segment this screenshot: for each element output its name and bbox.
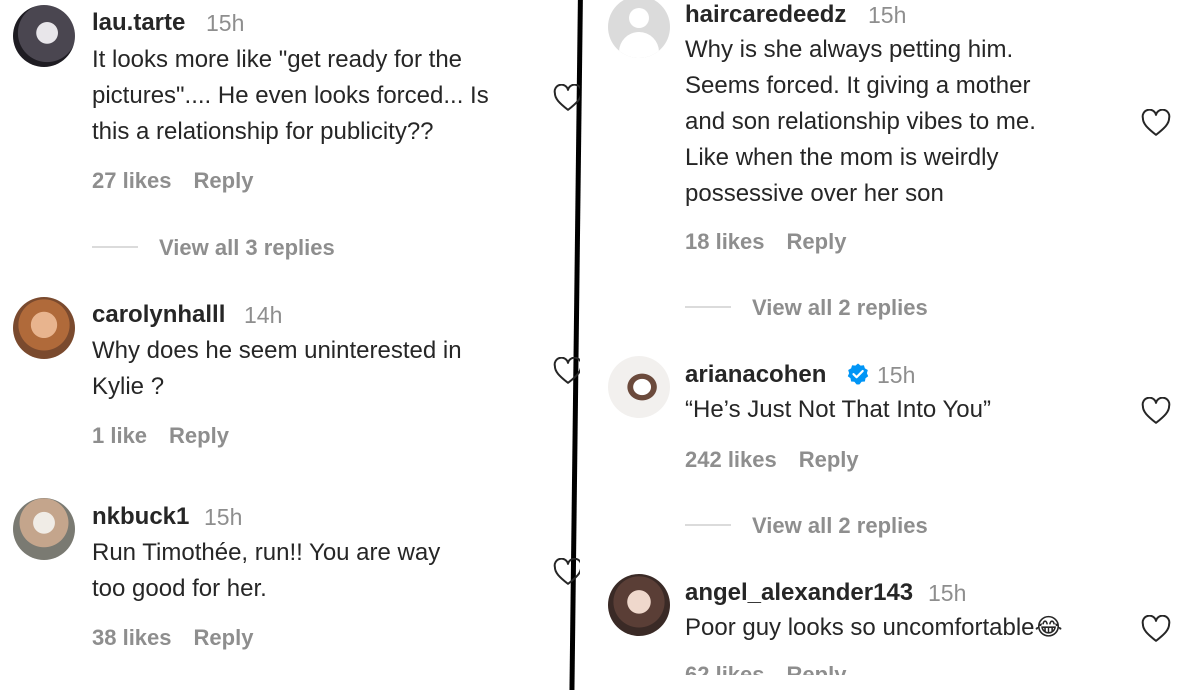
reply-button[interactable]: Reply (799, 447, 859, 472)
view-replies-button[interactable]: View all 3 replies (159, 235, 335, 261)
comment-username[interactable]: nkbuck1 (92, 503, 189, 531)
heart-icon[interactable] (1141, 397, 1171, 425)
comment-text: Why does he seem uninterested in Kylie ? (92, 333, 462, 405)
comment-meta: 18 likes Reply (685, 229, 846, 255)
comment-time[interactable]: 15h (928, 580, 966, 607)
comment-line: Kylie ? (92, 373, 165, 400)
heart-icon[interactable] (553, 84, 580, 112)
comment-text: It looks more like "get ready for the pi… (92, 42, 489, 150)
comment-time[interactable]: 15h (868, 2, 906, 29)
comment-line: Why does he seem uninterested in (92, 337, 462, 364)
heart-icon[interactable] (553, 357, 580, 385)
comment-username[interactable]: lau.tarte (92, 9, 185, 37)
comment-line: Run Timothée, run!! You are way (92, 539, 441, 566)
heart-icon[interactable] (1141, 615, 1171, 643)
comment-line: this a relationship for publicity?? (92, 118, 434, 145)
reply-button[interactable]: Reply (787, 229, 847, 254)
comment-meta: 27 likes Reply (92, 168, 253, 194)
comment-meta: 1 like Reply (92, 423, 229, 449)
comment-meta: 242 likes Reply (685, 447, 859, 473)
comment-line: possessive over her son (685, 180, 944, 207)
comment-meta: 62 likes Reply (685, 662, 846, 675)
likes-count[interactable]: 27 likes (92, 168, 172, 193)
comment-line: It looks more like "get ready for the (92, 46, 463, 73)
comment-text: “He’s Just Not That Into You” (685, 392, 991, 428)
comment-meta: 38 likes Reply (92, 625, 253, 651)
comment-time[interactable]: 15h (206, 10, 244, 37)
replies-line (92, 246, 138, 248)
comment-line: pictures".... He even looks forced... Is (92, 82, 489, 109)
likes-count[interactable]: 62 likes (685, 662, 765, 675)
avatar[interactable] (608, 574, 670, 636)
right-comment-panel: haircaredeedz 15h Why is she always pett… (585, 0, 1200, 675)
comment-username[interactable]: angel_alexander143 (685, 579, 913, 607)
comment-line: and son relationship vibes to me. (685, 108, 1036, 135)
left-comment-panel: lau.tarte 15h It looks more like "get re… (0, 0, 580, 675)
likes-count[interactable]: 242 likes (685, 447, 777, 472)
avatar[interactable] (608, 356, 670, 418)
view-replies-button[interactable]: View all 2 replies (752, 513, 928, 539)
comment-time[interactable]: 14h (244, 302, 282, 329)
heart-icon[interactable] (553, 558, 580, 586)
comment-line: “He’s Just Not That Into You” (685, 396, 991, 423)
likes-count[interactable]: 18 likes (685, 229, 765, 254)
comment-line: Poor guy looks so uncomfortable😂 (685, 614, 1063, 641)
reply-button[interactable]: Reply (194, 625, 254, 650)
comment-line: too good for her. (92, 575, 267, 602)
comment-time[interactable]: 15h (204, 504, 242, 531)
view-replies-button[interactable]: View all 2 replies (752, 295, 928, 321)
comment-time[interactable]: 15h (877, 362, 915, 389)
default-avatar-icon[interactable] (608, 0, 670, 58)
comment-text: Poor guy looks so uncomfortable😂 (685, 610, 1063, 646)
comment-text: Run Timothée, run!! You are way too good… (92, 535, 440, 607)
comment-line: Like when the mom is weirdly (685, 144, 999, 171)
replies-line (685, 306, 731, 308)
likes-count[interactable]: 38 likes (92, 625, 172, 650)
avatar[interactable] (13, 5, 75, 67)
heart-icon[interactable] (1141, 109, 1171, 137)
avatar[interactable] (13, 297, 75, 359)
verified-badge-icon (847, 363, 869, 385)
comment-line: Seems forced. It giving a mother (685, 72, 1031, 99)
likes-count[interactable]: 1 like (92, 423, 147, 448)
reply-button[interactable]: Reply (169, 423, 229, 448)
replies-line (685, 524, 731, 526)
reply-button[interactable]: Reply (787, 662, 847, 675)
comment-line: Why is she always petting him. (685, 36, 1014, 63)
comment-username[interactable]: arianacohen (685, 361, 826, 389)
comment-username[interactable]: carolynhalll (92, 301, 225, 329)
reply-button[interactable]: Reply (194, 168, 254, 193)
avatar[interactable] (13, 498, 75, 560)
comment-text: Why is she always petting him. Seems for… (685, 32, 1036, 212)
comment-username[interactable]: haircaredeedz (685, 1, 846, 29)
